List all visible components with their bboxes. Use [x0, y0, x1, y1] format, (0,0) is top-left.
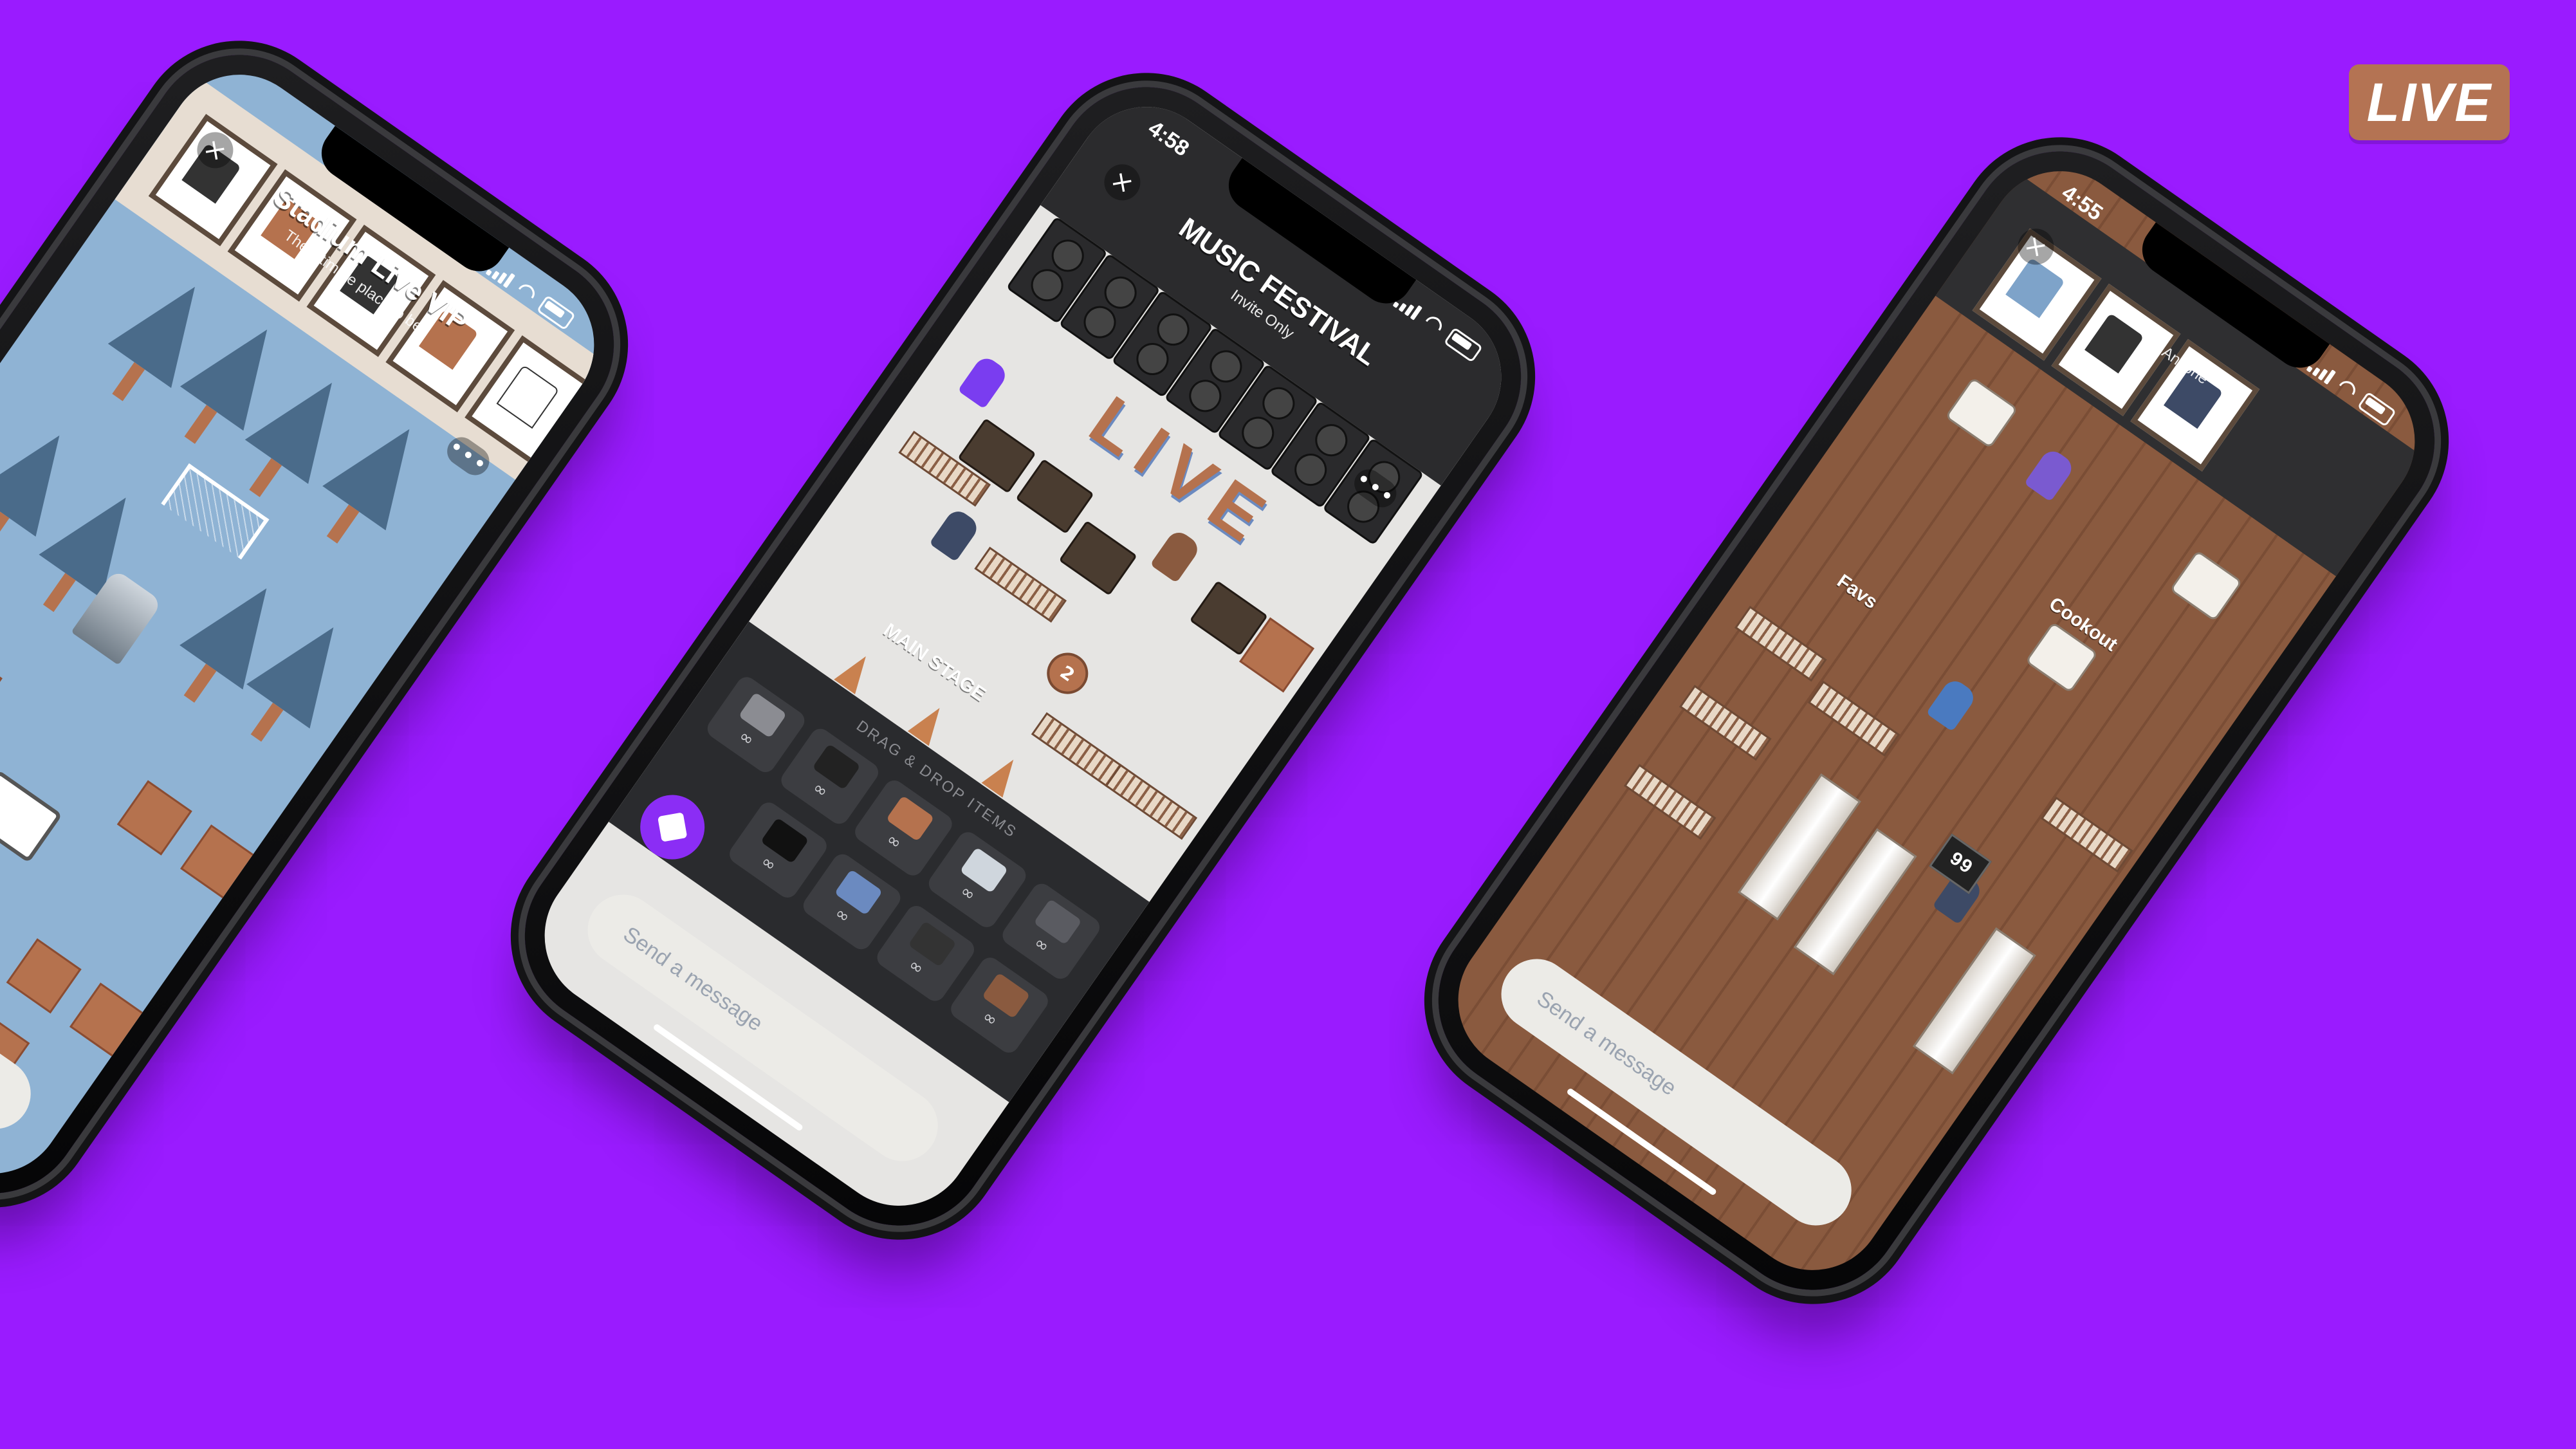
floor-tile[interactable] [6, 938, 82, 1014]
scoreboard[interactable]: 99 [1929, 833, 1992, 894]
fence[interactable] [1679, 685, 1772, 761]
item-qty: ∞ [809, 778, 832, 802]
fence[interactable] [2040, 796, 2133, 873]
fence[interactable] [1105, 764, 1198, 840]
screen-music-festival: 4:58 ◠ MUSIC FESTIVAL Invite Only × ••• … [516, 78, 1530, 1234]
phone-stadium: ◠ Stadium Live VIP The ultimate place to… [0, 19, 650, 1229]
scoreboard-value: 99 [1944, 848, 1976, 880]
screen-cookout: 4:55 ◠ Anyone × Cookout Favs 99 Send a m… [1430, 143, 2443, 1298]
wifi-icon: ◠ [511, 276, 542, 308]
player-avatar[interactable] [929, 506, 982, 562]
item-qty: ∞ [956, 881, 979, 905]
lounge-chair[interactable] [1945, 376, 2019, 449]
item-qty: ∞ [1030, 933, 1053, 957]
screen-stadium: ◠ Stadium Live VIP The ultimate place to… [0, 46, 623, 1202]
phone-cookout: 4:55 ◠ Anyone × Cookout Favs 99 Send a m… [1403, 116, 2470, 1325]
floor-tile[interactable] [180, 824, 256, 900]
close-icon: × [2018, 228, 2054, 265]
purple-avatar[interactable] [957, 353, 1010, 409]
pillar[interactable] [1912, 927, 2036, 1075]
token-count: 2 [1056, 661, 1079, 686]
fence[interactable] [1623, 764, 1716, 840]
retro-tv[interactable] [0, 770, 63, 863]
soccer-goal[interactable] [161, 463, 270, 560]
wifi-icon: ◠ [2332, 373, 2362, 405]
item-qty: ∞ [831, 903, 854, 928]
token-coin[interactable]: 2 [1038, 644, 1096, 703]
item-qty: ∞ [905, 955, 928, 979]
item-qty: ∞ [757, 851, 780, 876]
room-subtitle: Anyone [2158, 343, 2212, 388]
area-label-favs: Favs [1833, 570, 1882, 613]
wifi-icon: ◠ [1419, 308, 1449, 340]
build-icon [658, 812, 688, 842]
fence[interactable] [1734, 605, 1827, 682]
item-qty: ∞ [979, 1006, 1002, 1031]
amp[interactable] [1015, 458, 1094, 535]
close-icon: × [198, 131, 233, 169]
phone-music-festival: 4:58 ◠ MUSIC FESTIVAL Invite Only × ••• … [489, 51, 1557, 1261]
item-slot-crate[interactable]: ∞ [946, 954, 1052, 1057]
floor-tile[interactable] [0, 647, 3, 723]
avatar[interactable] [2024, 447, 2077, 503]
floor-tile[interactable] [69, 983, 145, 1058]
dj-avatar[interactable] [1150, 528, 1202, 584]
lounge-chair[interactable] [2169, 549, 2243, 622]
fence[interactable] [974, 546, 1067, 623]
floor-tile[interactable] [116, 780, 192, 856]
avatar[interactable] [1926, 676, 1978, 732]
item-qty: ∞ [883, 829, 905, 854]
fence[interactable] [1807, 680, 1900, 757]
close-icon: × [1105, 163, 1140, 201]
fence[interactable] [1031, 712, 1124, 788]
message-input[interactable]: Send a message [1487, 945, 1866, 1240]
live-badge: LIVE [2349, 64, 2510, 140]
stage-label: MAIN STAGE [879, 619, 990, 706]
amp[interactable] [1058, 520, 1137, 596]
item-qty: ∞ [735, 726, 758, 750]
